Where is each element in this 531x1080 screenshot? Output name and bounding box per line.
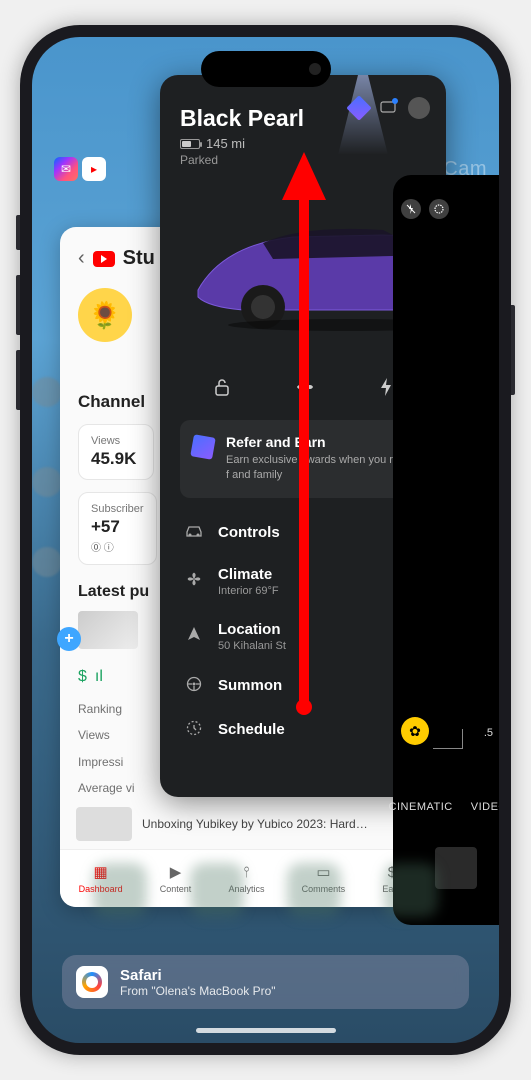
- background-app-icons: ✉ ▸: [54, 157, 106, 181]
- cube-icon[interactable]: [346, 95, 371, 120]
- youtube-logo-icon: [93, 251, 115, 267]
- safari-icon: [76, 966, 108, 998]
- home-indicator[interactable]: [196, 1028, 336, 1033]
- dock-app: [384, 863, 438, 917]
- menu-summon[interactable]: Summon: [180, 664, 426, 708]
- clock-icon: [184, 720, 204, 740]
- mute-switch[interactable]: [16, 215, 20, 250]
- dock-app: [287, 863, 341, 917]
- profile-avatar[interactable]: [408, 97, 430, 119]
- phone-frame: ✉ ▸ Cam ‹ Stu 🌻 Channel Views: [20, 25, 511, 1055]
- settings-circle-icon[interactable]: [429, 199, 449, 219]
- video-title: Unboxing Yubikey by Yubico 2023: Hard…: [142, 817, 368, 831]
- location-icon: [184, 626, 204, 646]
- menu-climate[interactable]: Climate Interior 69°F: [180, 554, 426, 609]
- range-row: 145 mi: [180, 136, 426, 151]
- blur-decor: [32, 547, 62, 577]
- stat-value: +57: [91, 517, 144, 537]
- back-icon[interactable]: ‹: [78, 247, 85, 270]
- quick-actions: [180, 377, 426, 402]
- menu-list: Controls Climate Interior 69°F: [180, 512, 426, 752]
- zoom-level[interactable]: .5: [484, 727, 493, 739]
- power-button[interactable]: [511, 305, 515, 395]
- stat-label: Views: [91, 435, 141, 447]
- add-button[interactable]: +: [57, 627, 81, 651]
- steering-icon: [184, 676, 204, 696]
- app-card-camera[interactable]: ✿ .5 CINEMATIC VIDEO: [393, 175, 499, 925]
- dynamic-island: [201, 51, 331, 87]
- refer-subtitle: Earn exclusive awards when you refer f a…: [226, 453, 414, 484]
- range-value: 145 mi: [206, 136, 245, 151]
- flash-off-icon[interactable]: [401, 199, 421, 219]
- screen: ✉ ▸ Cam ‹ Stu 🌻 Channel Views: [32, 37, 499, 1043]
- handoff-title: Safari: [120, 967, 276, 984]
- bar-chart-icon: ıl: [95, 668, 103, 686]
- front-camera: [309, 63, 321, 75]
- cube-icon: [190, 434, 215, 459]
- menu-label: Climate: [218, 566, 279, 583]
- stat-value: 45.9K: [91, 449, 141, 469]
- message-icon[interactable]: [380, 100, 396, 116]
- menu-sublabel: 50 Kihalani St: [218, 640, 286, 652]
- video-thumbnail: [76, 807, 132, 841]
- volume-down-button[interactable]: [16, 350, 20, 410]
- studio-title: Stu: [123, 247, 155, 270]
- channel-avatar[interactable]: 🌻: [78, 288, 132, 342]
- dock-app: [93, 863, 147, 917]
- dock-blurred: [72, 863, 459, 943]
- video-thumbnail[interactable]: [78, 611, 138, 649]
- fan-icon[interactable]: [295, 377, 315, 402]
- battery-icon: [180, 139, 200, 149]
- menu-label: Controls: [218, 524, 280, 541]
- menu-label: Location: [218, 621, 286, 638]
- youtube-small-icon: ▸: [82, 157, 106, 181]
- camera-modes[interactable]: CINEMATIC VIDEO: [393, 801, 499, 813]
- stat-subscribers[interactable]: Subscriber +57 ⓪ ⓘ: [78, 492, 157, 565]
- menu-label: Summon: [218, 677, 282, 694]
- messenger-icon: ✉: [54, 157, 78, 181]
- menu-location[interactable]: Location 50 Kihalani St: [180, 609, 426, 664]
- blur-decor: [32, 377, 62, 407]
- unlock-icon[interactable]: [212, 377, 232, 402]
- video-row[interactable]: Unboxing Yubikey by Yubico 2023: Hard…: [76, 807, 404, 841]
- charge-icon[interactable]: [378, 377, 394, 402]
- mode-cinematic[interactable]: CINEMATIC: [389, 801, 453, 813]
- frame-guide: [433, 748, 463, 749]
- handoff-banner[interactable]: Safari From "Olena's MacBook Pro": [62, 955, 469, 1009]
- vehicle-status: Parked: [180, 153, 426, 167]
- dock-app: [190, 863, 244, 917]
- mode-video[interactable]: VIDEO: [471, 801, 499, 813]
- menu-controls[interactable]: Controls: [180, 512, 426, 554]
- currency-symbol: $: [78, 668, 87, 686]
- macro-mode-icon[interactable]: ✿: [401, 717, 429, 745]
- handoff-subtitle: From "Olena's MacBook Pro": [120, 984, 276, 998]
- menu-schedule[interactable]: Schedule: [180, 708, 426, 752]
- refer-title: Refer and Earn: [226, 434, 414, 450]
- fan-icon: [184, 571, 204, 591]
- stat-views[interactable]: Views 45.9K: [78, 424, 154, 480]
- menu-label: Schedule: [218, 721, 285, 738]
- refer-and-earn-card[interactable]: Refer and Earn Earn exclusive awards whe…: [180, 420, 426, 498]
- volume-up-button[interactable]: [16, 275, 20, 335]
- menu-sublabel: Interior 69°F: [218, 585, 279, 597]
- stat-label: Subscriber: [91, 503, 144, 515]
- stat-sub-icons: ⓪ ⓘ: [91, 539, 144, 554]
- blur-decor: [32, 467, 62, 497]
- car-icon: [184, 524, 204, 542]
- frame-guide: [462, 729, 463, 749]
